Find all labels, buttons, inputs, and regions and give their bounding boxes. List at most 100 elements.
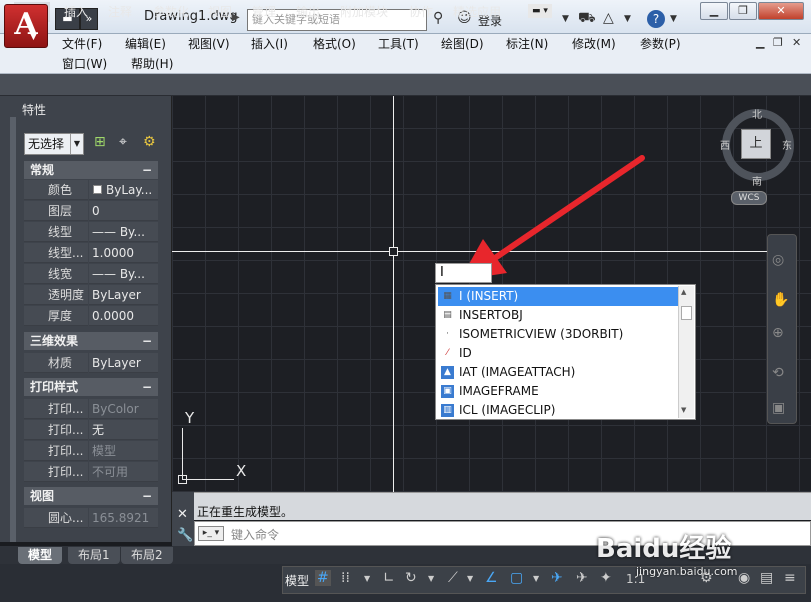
model-space-button[interactable]: 模型 [285, 572, 309, 589]
property-row[interactable]: 线型 —— By... [24, 222, 158, 242]
mdi-restore-icon[interactable]: ❐ [773, 36, 783, 49]
auto-scale-icon[interactable]: ✈ [576, 570, 588, 586]
tab-featured-apps[interactable]: 精选应用 [447, 2, 507, 22]
showmotion-icon[interactable]: ▣ [772, 400, 785, 416]
autocomplete-item[interactable]: ⁄ ID [438, 344, 678, 363]
polar-icon[interactable]: ↻ [405, 570, 417, 586]
layout-tab-layout2[interactable]: 布局2 [121, 547, 173, 564]
annotation-visibility-icon[interactable]: ✈ [551, 570, 563, 586]
layout-tab-model[interactable]: 模型 [18, 547, 63, 564]
autocomplete-item[interactable]: ▦ I (INSERT) [438, 287, 678, 306]
customize-wrench-icon[interactable]: 🔧 [177, 528, 193, 543]
menu-modify[interactable]: 修改(M) [572, 35, 616, 53]
menu-dimension[interactable]: 标注(N) [506, 35, 548, 53]
property-row[interactable]: 线型... 1.0000 [24, 243, 158, 263]
pan-icon[interactable]: ✋ [772, 292, 789, 308]
network-dropdown-icon[interactable]: ▼ [624, 14, 631, 24]
ortho-icon[interactable]: ∟ [383, 570, 395, 586]
selection-dropdown-arrow-icon[interactable]: ▼ [70, 134, 83, 154]
section-general-header[interactable]: 常规 − [24, 161, 158, 179]
orbit-icon[interactable]: ⟲ [772, 365, 784, 381]
restore-window-button[interactable]: ❐ [729, 2, 757, 20]
isolate-objects-icon[interactable]: ◉ [738, 570, 750, 586]
menu-draw[interactable]: 绘图(D) [441, 35, 484, 53]
property-row[interactable]: 圆心... 165.8921 [24, 508, 158, 528]
command-prompt-icon[interactable]: ▸_ ▾ [198, 526, 224, 541]
autocomplete-item[interactable]: ▥ ICL (IMAGECLIP) [438, 401, 678, 420]
scroll-thumb[interactable] [681, 306, 692, 320]
steering-wheel-icon[interactable]: ◎ [772, 252, 784, 268]
wcs-menu[interactable]: WCS [731, 191, 767, 205]
cart-icon[interactable]: ⛟ [578, 10, 596, 28]
menu-tools[interactable]: 工具(T) [378, 35, 419, 53]
menu-view[interactable]: 视图(V) [188, 35, 230, 53]
snap-icon[interactable]: ⁞⁞ [341, 570, 350, 586]
network-icon[interactable]: △ [603, 10, 614, 26]
tab-insert[interactable]: 插入 [58, 2, 94, 22]
polar-dropdown-icon[interactable]: ▼ [428, 574, 434, 583]
menu-window[interactable]: 窗口(W) [62, 55, 107, 73]
property-row[interactable]: 图层 0 [24, 201, 158, 221]
viewcube-top-face[interactable]: 上 [741, 129, 771, 159]
isodraft-dropdown-icon[interactable]: ▼ [467, 574, 473, 583]
section-view-header[interactable]: 视图 − [24, 487, 158, 505]
toggle-pickadd-icon[interactable]: ⊞ [94, 134, 106, 150]
quick-select-icon[interactable]: ⚙ [143, 134, 156, 150]
ribbon-minimize-icon[interactable]: ▬ ▾ [528, 4, 552, 18]
tab-addins[interactable]: 附加模块 [334, 2, 394, 22]
property-row[interactable]: 打印... ByColor [24, 399, 158, 419]
autocomplete-scrollbar[interactable]: ▲ ▼ [678, 286, 694, 418]
autocomplete-item[interactable]: · ISOMETRICVIEW (3DORBIT) [438, 325, 678, 344]
autocomplete-item[interactable]: ▲ IAT (IMAGEATTACH) [438, 363, 678, 382]
property-row[interactable]: 颜色 ByLay... [24, 180, 158, 200]
grid-icon[interactable]: # [315, 570, 331, 586]
mdi-minimize-icon[interactable]: ▁ [756, 36, 764, 49]
customize-menu-icon[interactable]: ≡ [784, 570, 796, 586]
close-command-icon[interactable]: ✕ [177, 507, 188, 522]
hardware-acceleration-icon[interactable]: ▤ [760, 570, 773, 586]
autocomplete-item[interactable]: ▤ INSERTOBJ [438, 306, 678, 325]
menu-file[interactable]: 文件(F) [62, 35, 102, 53]
object-snap-dropdown-icon[interactable]: ▼ [533, 574, 539, 583]
annotation-scale-icon[interactable]: ✦ [600, 570, 612, 586]
dynamic-command-input[interactable]: I [435, 263, 492, 283]
property-row[interactable]: 打印... 无 [24, 420, 158, 440]
palette-side-strip[interactable] [10, 117, 16, 542]
menu-edit[interactable]: 编辑(E) [125, 35, 166, 53]
property-row[interactable]: 材质 ByLayer [24, 353, 158, 373]
menu-format[interactable]: 格式(O) [313, 35, 356, 53]
menu-insert[interactable]: 插入(I) [251, 35, 288, 53]
login-dropdown-icon[interactable]: ▼ [562, 14, 569, 24]
tab-annotate[interactable]: 注释 [102, 2, 138, 22]
tab-collaborate[interactable]: 协作 [403, 2, 439, 22]
zoom-icon[interactable]: ⊕ [772, 325, 784, 341]
object-snap-tracking-icon[interactable]: ∠ [485, 570, 498, 586]
tab-view[interactable]: 视图 [202, 2, 238, 22]
select-objects-icon[interactable]: ⌖ [119, 134, 127, 150]
property-row[interactable]: 打印... 模型 [24, 441, 158, 461]
snap-dropdown-icon[interactable]: ▼ [364, 574, 370, 583]
scroll-up-icon[interactable]: ▲ [681, 288, 686, 296]
layout-tab-layout1[interactable]: 布局1 [68, 547, 120, 564]
section-3d-effects-header[interactable]: 三维效果 − [24, 332, 158, 350]
property-row[interactable]: 打印... 不可用 [24, 462, 158, 482]
help-dropdown-icon[interactable]: ▼ [670, 14, 677, 24]
scroll-down-icon[interactable]: ▼ [681, 406, 686, 414]
isodraft-icon[interactable]: ⟋ [448, 570, 458, 586]
property-row[interactable]: 透明度 ByLayer [24, 285, 158, 305]
close-window-button[interactable]: ✕ [758, 2, 804, 20]
menu-help[interactable]: 帮助(H) [131, 55, 173, 73]
property-row[interactable]: 线宽 —— By... [24, 264, 158, 284]
help-icon[interactable]: ? [647, 10, 665, 28]
tab-output[interactable]: 输出 [290, 2, 326, 22]
mdi-close-icon[interactable]: ✕ [792, 36, 801, 49]
tab-manage[interactable]: 管理 [246, 2, 282, 22]
autocomplete-item[interactable]: ▣ IMAGEFRAME [438, 382, 678, 401]
minimize-window-button[interactable]: ▁ [700, 2, 728, 20]
app-logo-button[interactable]: A [4, 4, 48, 48]
property-row[interactable]: 厚度 0.0000 [24, 306, 158, 326]
object-snap-icon[interactable]: ▢ [510, 570, 523, 586]
section-plot-style-header[interactable]: 打印样式 − [24, 378, 158, 396]
tab-parametric[interactable]: 参数化 [147, 2, 195, 22]
menu-parametric[interactable]: 参数(P) [640, 35, 681, 53]
